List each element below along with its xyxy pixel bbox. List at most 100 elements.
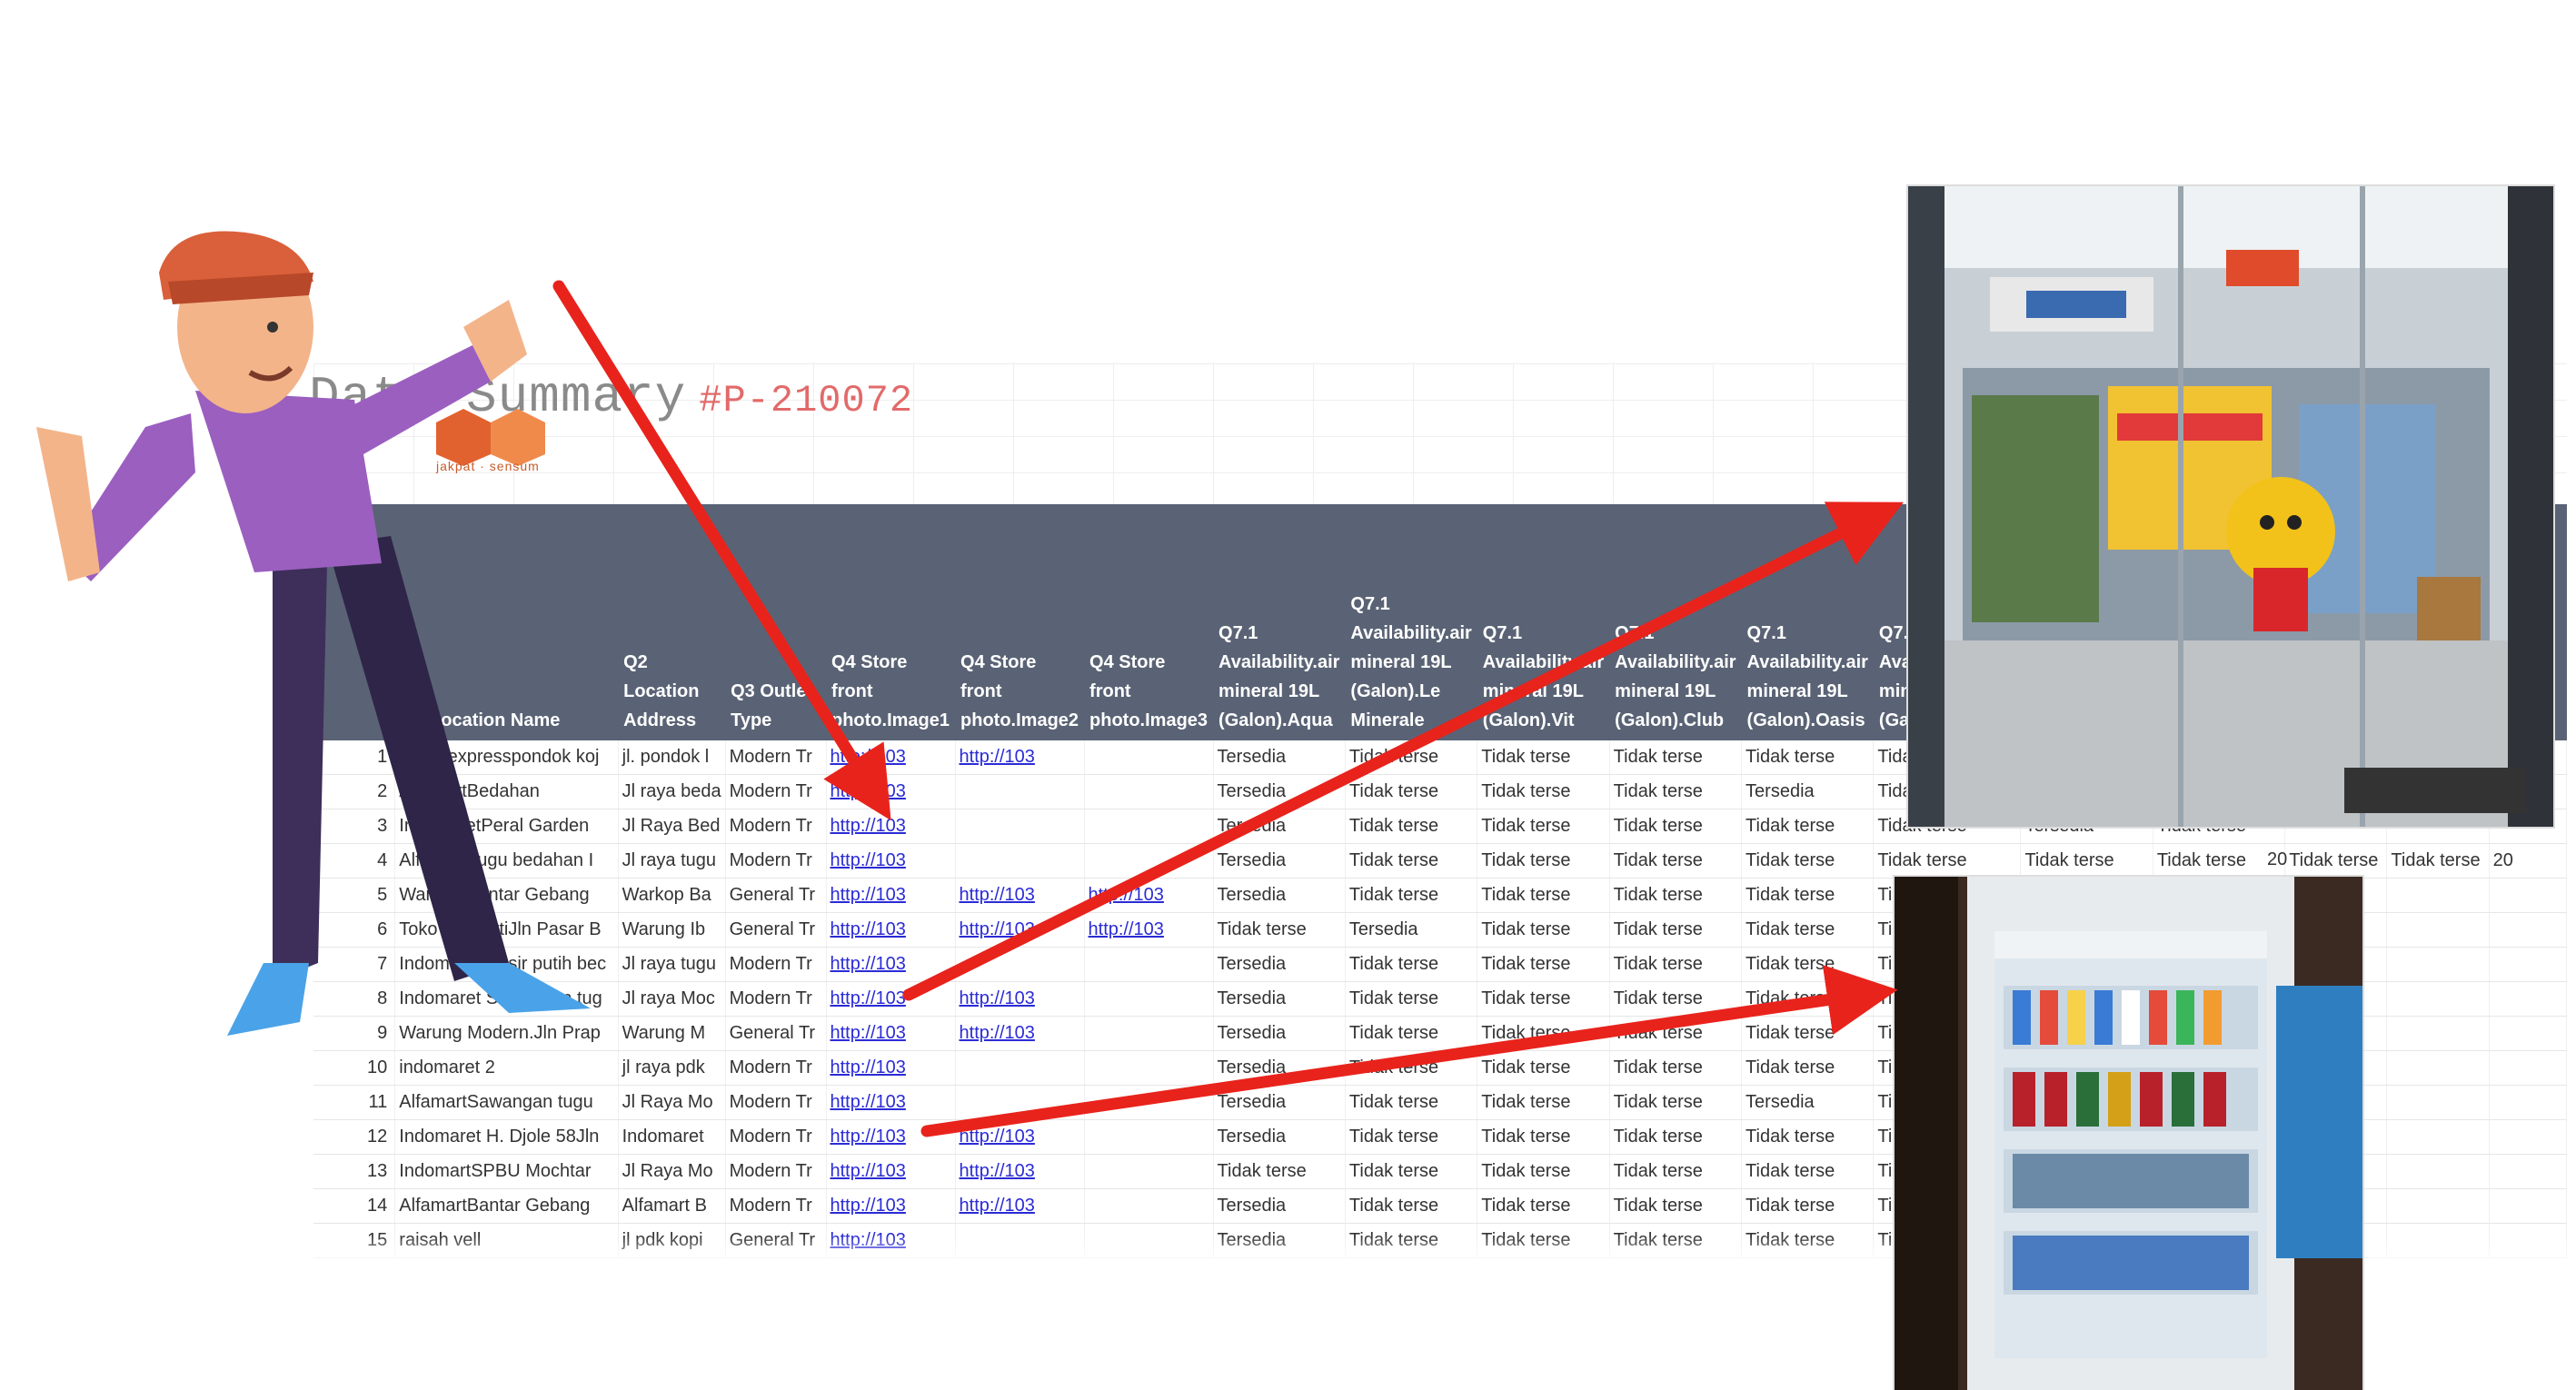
photo-link[interactable]: http://103 bbox=[826, 1085, 956, 1120]
column-header[interactable]: Q2 Location Address bbox=[618, 504, 726, 740]
table-cell: AlfamartBedahan bbox=[394, 774, 619, 809]
table-cell: Jl Raya Mo bbox=[618, 1085, 726, 1120]
column-header[interactable]: Q7.1 Availability.air mineral 19L (Galon… bbox=[1345, 504, 1477, 740]
table-cell: Tidak terse bbox=[1345, 1119, 1478, 1155]
row-number: 7 bbox=[313, 947, 396, 982]
table-row[interactable]: 4 AlfamartTugu bedahan I Jl raya tugu Moder… bbox=[313, 843, 2567, 879]
table-cell bbox=[2489, 1050, 2567, 1086]
photo-link[interactable]: http://103 bbox=[955, 912, 1085, 948]
table-cell bbox=[1084, 809, 1214, 844]
photo-link[interactable]: http://103 bbox=[826, 878, 956, 913]
photo-link[interactable]: http://103 bbox=[826, 809, 956, 844]
photo-link[interactable]: http://103 bbox=[955, 1119, 1085, 1155]
table-cell: Tidak terse bbox=[1477, 774, 1610, 809]
photo-link[interactable]: http://103 bbox=[826, 740, 956, 775]
table-cell: Tersedia bbox=[1741, 1085, 1875, 1120]
table-cell bbox=[2489, 947, 2567, 982]
column-header[interactable]: Q7.1 Availability.air mineral 19L (Galon… bbox=[1741, 504, 1874, 740]
table-cell: Tidak terse bbox=[1345, 809, 1478, 844]
table-cell: Tidak terse bbox=[1345, 774, 1478, 809]
table-cell bbox=[2386, 947, 2490, 982]
photo-link[interactable]: http://103 bbox=[826, 947, 956, 982]
column-header[interactable]: Q1 Location Name bbox=[394, 504, 619, 740]
column-header[interactable]: Q7.1 Availability.air mineral 19L (Galon… bbox=[1609, 504, 1742, 740]
photo-link[interactable]: http://103 bbox=[955, 878, 1085, 913]
photo-link[interactable]: http://103 bbox=[955, 1154, 1085, 1189]
row-number: 14 bbox=[313, 1188, 396, 1224]
table-cell: General Tr bbox=[725, 878, 827, 913]
table-cell bbox=[2489, 1085, 2567, 1120]
photo-link[interactable]: http://103 bbox=[826, 1050, 956, 1086]
table-cell: Tidak terse bbox=[1345, 981, 1478, 1017]
table-cell: Tidak terse bbox=[1609, 1154, 1743, 1189]
column-header[interactable]: Q4 Store front photo.Image2 bbox=[955, 504, 1085, 740]
table-cell: Tidak terse bbox=[1609, 1119, 1743, 1155]
photo-link[interactable]: http://103 bbox=[826, 843, 956, 879]
table-cell bbox=[2489, 912, 2567, 948]
photo-link[interactable]: http://103 bbox=[955, 740, 1085, 775]
column-header[interactable] bbox=[313, 504, 395, 740]
table-cell bbox=[2386, 912, 2490, 948]
table-cell bbox=[2489, 1016, 2567, 1051]
table-cell: Jl raya Moc bbox=[618, 981, 726, 1017]
table-cell: Tidak terse bbox=[1345, 1016, 1478, 1051]
table-cell: Tidak terse bbox=[1345, 878, 1478, 913]
row-number: 11 bbox=[313, 1085, 396, 1120]
table-cell: Tidak terse bbox=[1345, 947, 1478, 982]
table-cell: Warung Ib bbox=[618, 912, 726, 948]
table-cell: Tidak terse bbox=[1477, 740, 1610, 775]
table-cell: Tidak terse bbox=[1741, 1050, 1875, 1086]
table-cell: Tidak terse bbox=[1609, 740, 1743, 775]
photo-link[interactable]: http://103 bbox=[1084, 912, 1214, 948]
table-cell bbox=[1084, 1154, 1214, 1189]
table-cell: Tidak terse bbox=[1477, 843, 1610, 879]
table-cell bbox=[955, 1085, 1085, 1120]
table-cell: AlfamartSawangan tugu bbox=[394, 1085, 619, 1120]
table-cell: Tidak terse bbox=[1213, 1154, 1346, 1189]
table-cell: Tersedia bbox=[1213, 1119, 1346, 1155]
table-cell: Tidak terse bbox=[1741, 1154, 1875, 1189]
row-number: 3 bbox=[313, 809, 396, 844]
brand-logo-text: jakpat · sensum bbox=[436, 459, 540, 473]
table-cell bbox=[955, 1050, 1085, 1086]
column-header[interactable]: Q7.1 Availability.air mineral 19L (Galon… bbox=[1477, 504, 1610, 740]
photo-link[interactable]: http://103 bbox=[826, 912, 956, 948]
photo-link[interactable]: http://103 bbox=[826, 981, 956, 1017]
table-cell: Modern Tr bbox=[725, 843, 827, 879]
photo-link[interactable]: http://103 bbox=[826, 774, 956, 809]
table-cell: AlfamartBantar Gebang bbox=[394, 1188, 619, 1224]
table-cell: Tidak terse bbox=[1609, 843, 1743, 879]
table-cell: Tidak terse bbox=[1741, 1119, 1875, 1155]
table-cell: indomaret 2 bbox=[394, 1050, 619, 1086]
table-cell bbox=[2489, 878, 2567, 913]
table-cell: Alfamart B bbox=[618, 1188, 726, 1224]
photo-link[interactable]: http://103 bbox=[826, 1016, 956, 1051]
table-cell: Giant expresspondok koj bbox=[394, 740, 619, 775]
table-cell bbox=[1084, 774, 1214, 809]
table-cell: Tidak terse bbox=[1873, 843, 2022, 879]
photo-link[interactable]: http://103 bbox=[826, 1188, 956, 1224]
table-cell bbox=[2386, 1119, 2490, 1155]
table-cell: Jl raya tugu bbox=[618, 947, 726, 982]
photo-link[interactable]: http://103 bbox=[826, 1154, 956, 1189]
photo-link[interactable]: http://103 bbox=[955, 981, 1085, 1017]
photo-link[interactable]: http://103 bbox=[955, 1016, 1085, 1051]
photo-link[interactable]: http://103 bbox=[826, 1119, 956, 1155]
table-cell: Modern Tr bbox=[725, 981, 827, 1017]
table-cell: Tidak terse bbox=[1477, 809, 1610, 844]
table-cell: Tidak terse bbox=[1741, 740, 1875, 775]
table-cell: Tidak terse bbox=[1477, 912, 1610, 948]
column-header[interactable]: Q4 Store front photo.Image3 bbox=[1084, 504, 1214, 740]
table-cell bbox=[2386, 1085, 2490, 1120]
column-header[interactable]: Q7.1 Availability.air mineral 19L (Galon… bbox=[1213, 504, 1346, 740]
table-cell: Tidak terse bbox=[1477, 947, 1610, 982]
table-cell: Jl raya beda bbox=[618, 774, 726, 809]
cell-value-20: 20 bbox=[2267, 849, 2288, 869]
table-cell: Tidak terse bbox=[2153, 843, 2286, 879]
table-cell: Jl Raya Bed bbox=[618, 809, 726, 844]
table-cell: Tidak terse bbox=[1741, 981, 1875, 1017]
column-header[interactable]: Q4 Store front photo.Image1 bbox=[826, 504, 956, 740]
photo-link[interactable]: http://103 bbox=[955, 1188, 1085, 1224]
photo-link[interactable]: http://103 bbox=[1084, 878, 1214, 913]
column-header[interactable]: Q3 Outlet Type bbox=[725, 504, 826, 740]
